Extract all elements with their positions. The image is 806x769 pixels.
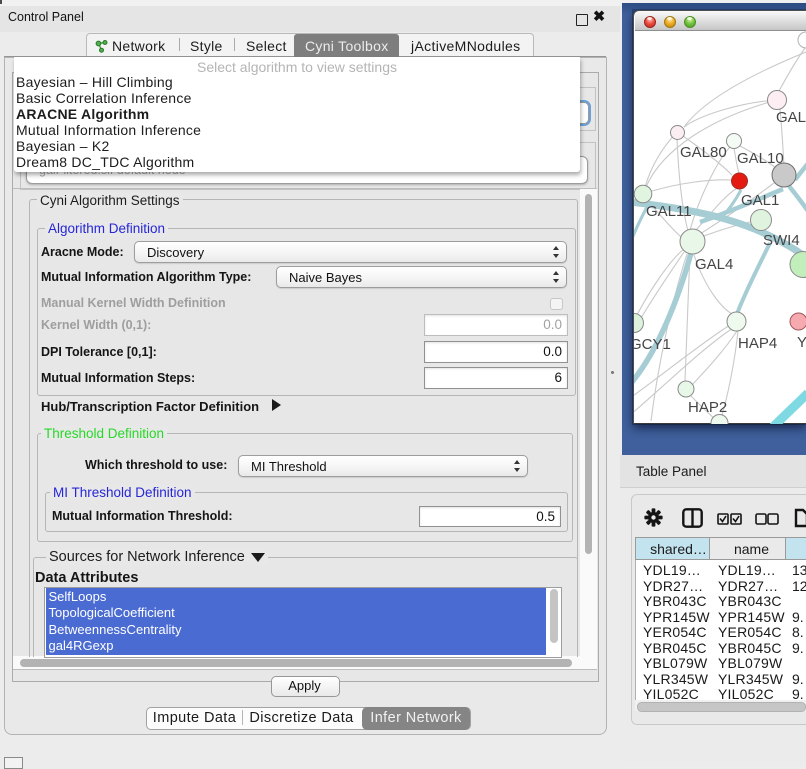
svg-text:SWI4: SWI4 — [763, 232, 800, 249]
svg-text:GAL2: GAL2 — [776, 109, 806, 126]
svg-text:GAL80: GAL80 — [680, 144, 727, 161]
svg-text:GCY1: GCY1 — [634, 336, 671, 353]
svg-text:HAP2: HAP2 — [688, 399, 727, 416]
svg-text:GAL4: GAL4 — [695, 256, 733, 273]
svg-text:HAP4: HAP4 — [738, 335, 777, 352]
svg-text:GAL10: GAL10 — [737, 150, 784, 167]
svg-text:GAL11: GAL11 — [646, 203, 692, 220]
svg-text:YJ: YJ — [797, 334, 806, 351]
svg-text:GAL1: GAL1 — [741, 192, 779, 209]
